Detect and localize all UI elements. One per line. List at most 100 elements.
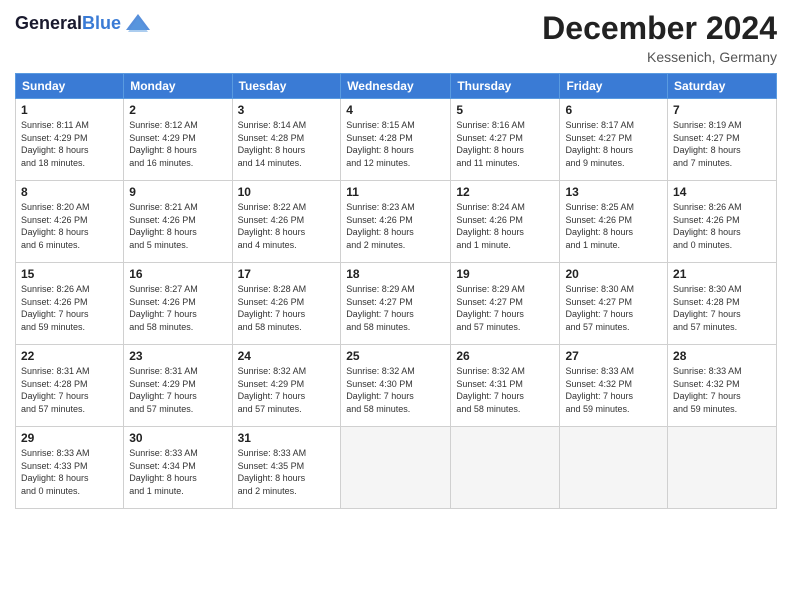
calendar-header-row: SundayMondayTuesdayWednesdayThursdayFrid…: [16, 74, 777, 99]
day-number: 31: [238, 431, 336, 445]
day-info: Sunrise: 8:26 AM Sunset: 4:26 PM Dayligh…: [673, 201, 771, 251]
day-number: 16: [129, 267, 226, 281]
day-info: Sunrise: 8:32 AM Sunset: 4:31 PM Dayligh…: [456, 365, 554, 415]
header: GeneralBlue December 2024 Kessenich, Ger…: [15, 10, 777, 65]
weekday-header-thursday: Thursday: [451, 74, 560, 99]
calendar-week-row: 29 Sunrise: 8:33 AM Sunset: 4:33 PM Dayli…: [16, 427, 777, 509]
calendar-day-cell: 11 Sunrise: 8:23 AM Sunset: 4:26 PM Dayli…: [341, 181, 451, 263]
day-number: 13: [565, 185, 662, 199]
day-info: Sunrise: 8:17 AM Sunset: 4:27 PM Dayligh…: [565, 119, 662, 169]
weekday-header-sunday: Sunday: [16, 74, 124, 99]
calendar-day-cell: 26 Sunrise: 8:32 AM Sunset: 4:31 PM Dayli…: [451, 345, 560, 427]
calendar-week-row: 1Sunrise: 8:11 AM Sunset: 4:29 PM Daylig…: [16, 99, 777, 181]
day-info: Sunrise: 8:23 AM Sunset: 4:26 PM Dayligh…: [346, 201, 445, 251]
day-number: 30: [129, 431, 226, 445]
day-info: Sunrise: 8:14 AM Sunset: 4:28 PM Dayligh…: [238, 119, 336, 169]
day-number: 22: [21, 349, 118, 363]
day-info: Sunrise: 8:25 AM Sunset: 4:26 PM Dayligh…: [565, 201, 662, 251]
calendar-week-row: 15Sunrise: 8:26 AM Sunset: 4:26 PM Dayli…: [16, 263, 777, 345]
day-number: 27: [565, 349, 662, 363]
page: GeneralBlue December 2024 Kessenich, Ger…: [0, 0, 792, 612]
day-info: Sunrise: 8:30 AM Sunset: 4:28 PM Dayligh…: [673, 283, 771, 333]
calendar-week-row: 22 Sunrise: 8:31 AM Sunset: 4:28 PM Dayli…: [16, 345, 777, 427]
day-info: Sunrise: 8:19 AM Sunset: 4:27 PM Dayligh…: [673, 119, 771, 169]
calendar-day-cell: 4Sunrise: 8:15 AM Sunset: 4:28 PM Daylig…: [341, 99, 451, 181]
day-number: 10: [238, 185, 336, 199]
day-number: 14: [673, 185, 771, 199]
day-info: Sunrise: 8:29 AM Sunset: 4:27 PM Dayligh…: [456, 283, 554, 333]
day-info: Sunrise: 8:31 AM Sunset: 4:29 PM Dayligh…: [129, 365, 226, 415]
calendar-day-cell: 19 Sunrise: 8:29 AM Sunset: 4:27 PM Dayli…: [451, 263, 560, 345]
calendar-day-cell: 12 Sunrise: 8:24 AM Sunset: 4:26 PM Dayli…: [451, 181, 560, 263]
calendar-empty-cell: [560, 427, 668, 509]
calendar-day-cell: 30 Sunrise: 8:33 AM Sunset: 4:34 PM Dayli…: [124, 427, 232, 509]
day-info: Sunrise: 8:28 AM Sunset: 4:26 PM Dayligh…: [238, 283, 336, 333]
day-info: Sunrise: 8:11 AM Sunset: 4:29 PM Dayligh…: [21, 119, 118, 169]
logo-text: GeneralBlue: [15, 14, 121, 34]
calendar-day-cell: 16 Sunrise: 8:27 AM Sunset: 4:26 PM Dayli…: [124, 263, 232, 345]
day-info: Sunrise: 8:33 AM Sunset: 4:32 PM Dayligh…: [673, 365, 771, 415]
weekday-header-tuesday: Tuesday: [232, 74, 341, 99]
calendar-empty-cell: [668, 427, 777, 509]
day-number: 24: [238, 349, 336, 363]
day-info: Sunrise: 8:27 AM Sunset: 4:26 PM Dayligh…: [129, 283, 226, 333]
day-number: 11: [346, 185, 445, 199]
day-info: Sunrise: 8:21 AM Sunset: 4:26 PM Dayligh…: [129, 201, 226, 251]
day-number: 26: [456, 349, 554, 363]
day-number: 25: [346, 349, 445, 363]
calendar-day-cell: 6Sunrise: 8:17 AM Sunset: 4:27 PM Daylig…: [560, 99, 668, 181]
day-info: Sunrise: 8:30 AM Sunset: 4:27 PM Dayligh…: [565, 283, 662, 333]
calendar-day-cell: 7 Sunrise: 8:19 AM Sunset: 4:27 PM Daylig…: [668, 99, 777, 181]
calendar-day-cell: 2Sunrise: 8:12 AM Sunset: 4:29 PM Daylig…: [124, 99, 232, 181]
calendar-day-cell: 3 Sunrise: 8:14 AM Sunset: 4:28 PM Daylig…: [232, 99, 341, 181]
day-number: 29: [21, 431, 118, 445]
calendar-day-cell: 8 Sunrise: 8:20 AM Sunset: 4:26 PM Daylig…: [16, 181, 124, 263]
calendar-day-cell: 17 Sunrise: 8:28 AM Sunset: 4:26 PM Dayli…: [232, 263, 341, 345]
weekday-header-saturday: Saturday: [668, 74, 777, 99]
calendar-day-cell: 20 Sunrise: 8:30 AM Sunset: 4:27 PM Dayli…: [560, 263, 668, 345]
day-info: Sunrise: 8:33 AM Sunset: 4:33 PM Dayligh…: [21, 447, 118, 497]
day-number: 7: [673, 103, 771, 117]
calendar-day-cell: 31Sunrise: 8:33 AM Sunset: 4:35 PM Dayli…: [232, 427, 341, 509]
day-number: 20: [565, 267, 662, 281]
day-info: Sunrise: 8:33 AM Sunset: 4:34 PM Dayligh…: [129, 447, 226, 497]
day-info: Sunrise: 8:33 AM Sunset: 4:32 PM Dayligh…: [565, 365, 662, 415]
day-number: 12: [456, 185, 554, 199]
day-info: Sunrise: 8:32 AM Sunset: 4:29 PM Dayligh…: [238, 365, 336, 415]
calendar-day-cell: 29 Sunrise: 8:33 AM Sunset: 4:33 PM Dayli…: [16, 427, 124, 509]
calendar-table: SundayMondayTuesdayWednesdayThursdayFrid…: [15, 73, 777, 509]
day-number: 9: [129, 185, 226, 199]
calendar-day-cell: 24 Sunrise: 8:32 AM Sunset: 4:29 PM Dayli…: [232, 345, 341, 427]
logo-icon: [124, 10, 152, 38]
day-info: Sunrise: 8:24 AM Sunset: 4:26 PM Dayligh…: [456, 201, 554, 251]
calendar-day-cell: 10 Sunrise: 8:22 AM Sunset: 4:26 PM Dayli…: [232, 181, 341, 263]
calendar-day-cell: 15Sunrise: 8:26 AM Sunset: 4:26 PM Dayli…: [16, 263, 124, 345]
weekday-header-monday: Monday: [124, 74, 232, 99]
day-number: 3: [238, 103, 336, 117]
weekday-header-friday: Friday: [560, 74, 668, 99]
day-number: 19: [456, 267, 554, 281]
calendar-day-cell: 21 Sunrise: 8:30 AM Sunset: 4:28 PM Dayli…: [668, 263, 777, 345]
day-number: 15: [21, 267, 118, 281]
calendar-day-cell: 1Sunrise: 8:11 AM Sunset: 4:29 PM Daylig…: [16, 99, 124, 181]
day-info: Sunrise: 8:29 AM Sunset: 4:27 PM Dayligh…: [346, 283, 445, 333]
location-title: Kessenich, Germany: [542, 49, 777, 65]
day-number: 21: [673, 267, 771, 281]
day-number: 17: [238, 267, 336, 281]
day-number: 8: [21, 185, 118, 199]
calendar-day-cell: 23Sunrise: 8:31 AM Sunset: 4:29 PM Dayli…: [124, 345, 232, 427]
month-title: December 2024: [542, 10, 777, 47]
calendar-day-cell: 25 Sunrise: 8:32 AM Sunset: 4:30 PM Dayli…: [341, 345, 451, 427]
calendar-day-cell: 5Sunrise: 8:16 AM Sunset: 4:27 PM Daylig…: [451, 99, 560, 181]
calendar-day-cell: 13 Sunrise: 8:25 AM Sunset: 4:26 PM Dayli…: [560, 181, 668, 263]
day-number: 2: [129, 103, 226, 117]
calendar-day-cell: 27 Sunrise: 8:33 AM Sunset: 4:32 PM Dayli…: [560, 345, 668, 427]
day-info: Sunrise: 8:22 AM Sunset: 4:26 PM Dayligh…: [238, 201, 336, 251]
day-info: Sunrise: 8:20 AM Sunset: 4:26 PM Dayligh…: [21, 201, 118, 251]
logo: GeneralBlue: [15, 10, 152, 38]
title-block: December 2024 Kessenich, Germany: [542, 10, 777, 65]
day-info: Sunrise: 8:16 AM Sunset: 4:27 PM Dayligh…: [456, 119, 554, 169]
day-info: Sunrise: 8:31 AM Sunset: 4:28 PM Dayligh…: [21, 365, 118, 415]
day-info: Sunrise: 8:32 AM Sunset: 4:30 PM Dayligh…: [346, 365, 445, 415]
weekday-header-wednesday: Wednesday: [341, 74, 451, 99]
